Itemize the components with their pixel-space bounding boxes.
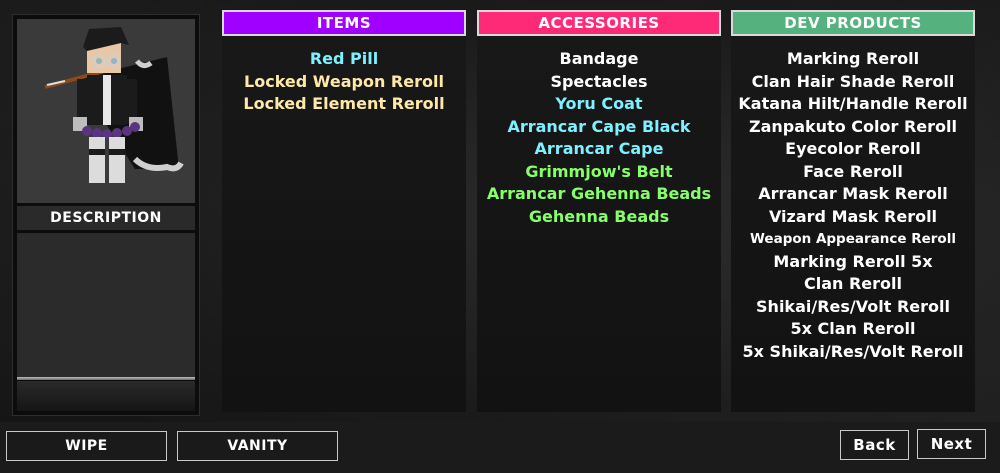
accessories-list-panel: Bandage Spectacles Yoru Coat Arrancar Cape … xyxy=(477,36,721,412)
list-item[interactable]: Vizard Mask Reroll xyxy=(731,206,975,229)
list-item[interactable]: Locked Element Reroll xyxy=(222,93,466,116)
list-item[interactable]: Arrancar Cape xyxy=(477,138,721,161)
list-item[interactable]: Clan Hair Shade Reroll xyxy=(731,71,975,94)
list-item[interactable]: Clan Reroll xyxy=(731,273,975,296)
next-button[interactable]: Next xyxy=(917,429,986,459)
avatar xyxy=(44,27,184,183)
list-item[interactable]: Red Pill xyxy=(222,48,466,71)
description-footer xyxy=(17,381,195,411)
vanity-button[interactable]: VANITY xyxy=(177,431,338,461)
list-item[interactable]: Grimmjow's Belt xyxy=(477,161,721,184)
description-label: DESCRIPTION xyxy=(17,206,195,230)
items-column: ITEMS Red Pill Locked Weapon Reroll Locked… xyxy=(222,10,466,412)
list-item[interactable]: Weapon Appearance Reroll xyxy=(731,228,975,251)
wipe-button[interactable]: WIPE xyxy=(6,431,167,461)
list-item[interactable]: Katana Hilt/Handle Reroll xyxy=(731,93,975,116)
list-item[interactable]: Gehenna Beads xyxy=(477,206,721,229)
description-divider xyxy=(17,377,195,380)
list-item[interactable]: Arrancar Gehenna Beads xyxy=(477,183,721,206)
dev-products-column: DEV PRODUCTS Marking Reroll Clan Hair Sha… xyxy=(731,10,975,412)
dev-products-list-panel: Marking Reroll Clan Hair Shade Reroll Kata… xyxy=(731,36,975,412)
accessories-list: Bandage Spectacles Yoru Coat Arrancar Cape … xyxy=(477,36,721,228)
items-list-panel: Red Pill Locked Weapon Reroll Locked Eleme… xyxy=(222,36,466,412)
dev-products-list: Marking Reroll Clan Hair Shade Reroll Kata… xyxy=(731,36,975,363)
items-list: Red Pill Locked Weapon Reroll Locked Eleme… xyxy=(222,36,466,116)
list-item[interactable]: Marking Reroll 5x xyxy=(731,251,975,274)
list-item[interactable]: 5x Shikai/Res/Volt Reroll xyxy=(731,341,975,364)
list-item[interactable]: 5x Clan Reroll xyxy=(731,318,975,341)
description-body xyxy=(17,233,195,377)
list-item[interactable]: Spectacles xyxy=(477,71,721,94)
character-preview xyxy=(17,19,195,203)
list-item[interactable]: Shikai/Res/Volt Reroll xyxy=(731,296,975,319)
list-item[interactable]: Eyecolor Reroll xyxy=(731,138,975,161)
list-item[interactable]: Locked Weapon Reroll xyxy=(222,71,466,94)
bottom-bar: WIPE VANITY Back Next xyxy=(0,422,1000,473)
back-button[interactable]: Back xyxy=(840,430,909,460)
list-item[interactable]: Arrancar Cape Black xyxy=(477,116,721,139)
list-item[interactable]: Marking Reroll xyxy=(731,48,975,71)
list-item[interactable]: Bandage xyxy=(477,48,721,71)
list-item[interactable]: Face Reroll xyxy=(731,161,975,184)
dev-products-header: DEV PRODUCTS xyxy=(731,10,975,36)
items-header: ITEMS xyxy=(222,10,466,36)
list-item[interactable]: Zanpakuto Color Reroll xyxy=(731,116,975,139)
accessories-header: ACCESSORIES xyxy=(477,10,721,36)
list-item[interactable]: Arrancar Mask Reroll xyxy=(731,183,975,206)
character-panel: DESCRIPTION xyxy=(12,14,200,416)
list-item[interactable]: Yoru Coat xyxy=(477,93,721,116)
accessories-column: ACCESSORIES Bandage Spectacles Yoru Coat Ar… xyxy=(477,10,721,412)
